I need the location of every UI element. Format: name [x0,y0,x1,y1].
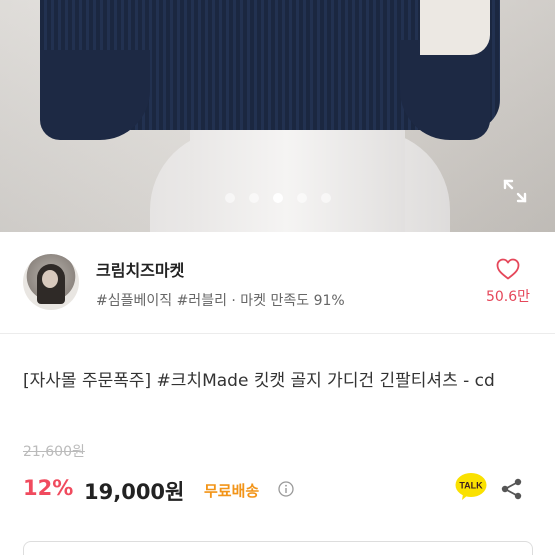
expand-icon[interactable] [502,178,528,204]
talk-label: TALK [459,481,483,491]
free-shipping-label: 무료배송 [204,482,260,500]
section-divider [0,333,555,334]
image-cardigan-left [40,50,150,140]
pagination-dot[interactable] [224,193,235,203]
shop-avatar[interactable] [23,254,79,310]
pagination-dot[interactable] [320,193,331,203]
original-price: 21,600원 [23,444,85,460]
image-sleeve [420,0,490,55]
sale-price: 19,000원 [84,480,185,504]
shop-tags: #심플베이직 #러블리 · 마켓 만족도 91% [96,293,345,309]
info-icon[interactable] [278,481,294,497]
pagination-dot[interactable] [248,193,259,203]
product-image[interactable] [0,0,555,232]
kakao-talk-icon[interactable]: TALK [455,472,487,502]
avatar-face [42,270,58,288]
shop-info[interactable]: 크림치즈마켓 #심플베이직 #러블리 · 마켓 만족도 91% 50.6만 [0,232,555,332]
image-pagination[interactable] [0,193,555,205]
option-select-box[interactable] [23,541,533,555]
like-count: 50.6만 [485,289,531,305]
like-button[interactable]: 50.6만 [480,258,536,306]
pagination-dot-active[interactable] [272,193,283,203]
share-icon[interactable] [499,477,523,501]
pagination-dot[interactable] [296,193,307,203]
shop-name[interactable]: 크림치즈마켓 [96,257,184,281]
heart-icon [496,258,520,280]
image-cardigan-right [400,40,490,140]
product-title: [자사몰 주문폭주] #크치Made 킷캣 골지 가디건 긴팔티셔츠 - cd [23,371,495,391]
discount-rate: 12% [23,476,74,500]
